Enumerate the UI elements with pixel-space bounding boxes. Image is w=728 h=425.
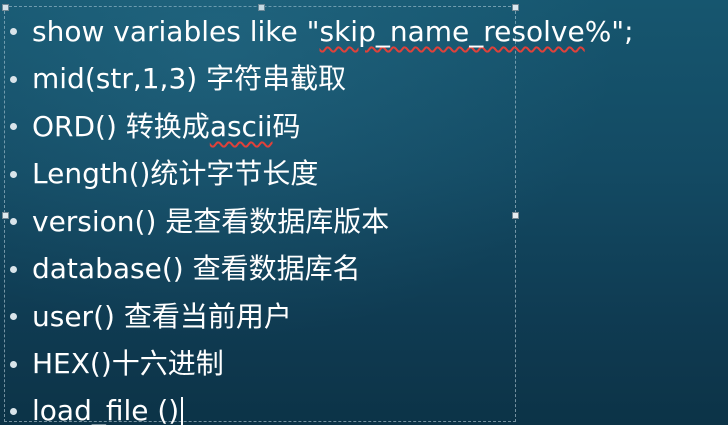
bullet-item[interactable]: database() 查看数据库名 bbox=[10, 246, 634, 294]
bullet-item[interactable]: show variables like "skip_name_resolve%"… bbox=[10, 8, 634, 56]
bullet-text-part: Length()统计字节长度 bbox=[32, 157, 319, 191]
bullet-item[interactable]: version() 是查看数据库版本 bbox=[10, 198, 634, 246]
bullet-text-part: database() 查看数据库名 bbox=[32, 252, 361, 286]
bullet-text[interactable]: Length()统计字节长度 bbox=[32, 160, 318, 188]
bullet-item[interactable]: load_file () bbox=[10, 388, 634, 425]
bullet-text-part: () bbox=[148, 393, 180, 425]
spellcheck-marked-text: load_file bbox=[32, 393, 149, 425]
bullet-text[interactable]: ORD() 转换成ascii码 bbox=[32, 109, 301, 143]
bullet-list: show variables like "skip_name_resolve%"… bbox=[10, 8, 634, 425]
resize-handle-top-left[interactable] bbox=[2, 4, 9, 11]
spellcheck-marked-text: skip_name_resolve bbox=[319, 14, 585, 48]
bullet-text-part: 码 bbox=[272, 109, 301, 143]
bullet-text[interactable]: version() 是查看数据库版本 bbox=[32, 204, 390, 238]
bullet-item[interactable]: HEX()十六进制 bbox=[10, 341, 634, 389]
bullet-dot-icon bbox=[10, 313, 17, 321]
bullet-item[interactable]: ORD() 转换成ascii码 bbox=[10, 103, 634, 151]
bullet-dot-icon bbox=[10, 265, 17, 273]
bullet-item[interactable]: user() 查看当前用户 bbox=[10, 293, 634, 341]
spellcheck-marked-text: ascii bbox=[209, 109, 273, 143]
bullet-text-part: show variables like " bbox=[32, 14, 320, 48]
resize-handle-middle-left[interactable] bbox=[2, 212, 9, 219]
bullet-dot-icon bbox=[10, 170, 17, 178]
bullet-text-part: %"; bbox=[584, 14, 634, 48]
slide-canvas: show variables like "skip_name_resolve%"… bbox=[0, 0, 728, 425]
bullet-text[interactable]: mid(str,1,3) 字符串截取 bbox=[32, 65, 346, 93]
bullet-dot-icon bbox=[10, 123, 17, 131]
bullet-dot-icon bbox=[10, 75, 17, 83]
bullet-item[interactable]: Length()统计字节长度 bbox=[10, 151, 634, 199]
bullet-dot-icon bbox=[10, 408, 17, 416]
bullet-text-part: mid(str,1,3) 字符串截取 bbox=[32, 62, 347, 96]
text-cursor bbox=[181, 396, 184, 425]
bullet-text[interactable]: load_file () bbox=[32, 393, 184, 425]
bullet-dot-icon bbox=[10, 360, 17, 368]
bullet-item[interactable]: mid(str,1,3) 字符串截取 bbox=[10, 56, 634, 104]
bullet-dot-icon bbox=[10, 28, 17, 36]
bullet-dot-icon bbox=[10, 218, 17, 226]
bullet-text[interactable]: user() 查看当前用户 bbox=[32, 299, 292, 333]
bullet-text-part: user() 查看当前用户 bbox=[32, 299, 292, 333]
bullet-text[interactable]: show variables like "skip_name_resolve%"… bbox=[32, 14, 634, 48]
bullet-text[interactable]: HEX()十六进制 bbox=[32, 350, 224, 378]
bullet-text-part: HEX()十六进制 bbox=[32, 347, 224, 381]
bullet-text[interactable]: database() 查看数据库名 bbox=[32, 255, 361, 283]
bullet-text-part: version() 是查看数据库版本 bbox=[32, 204, 390, 238]
bullet-text-part: ORD() 转换成 bbox=[32, 109, 210, 143]
